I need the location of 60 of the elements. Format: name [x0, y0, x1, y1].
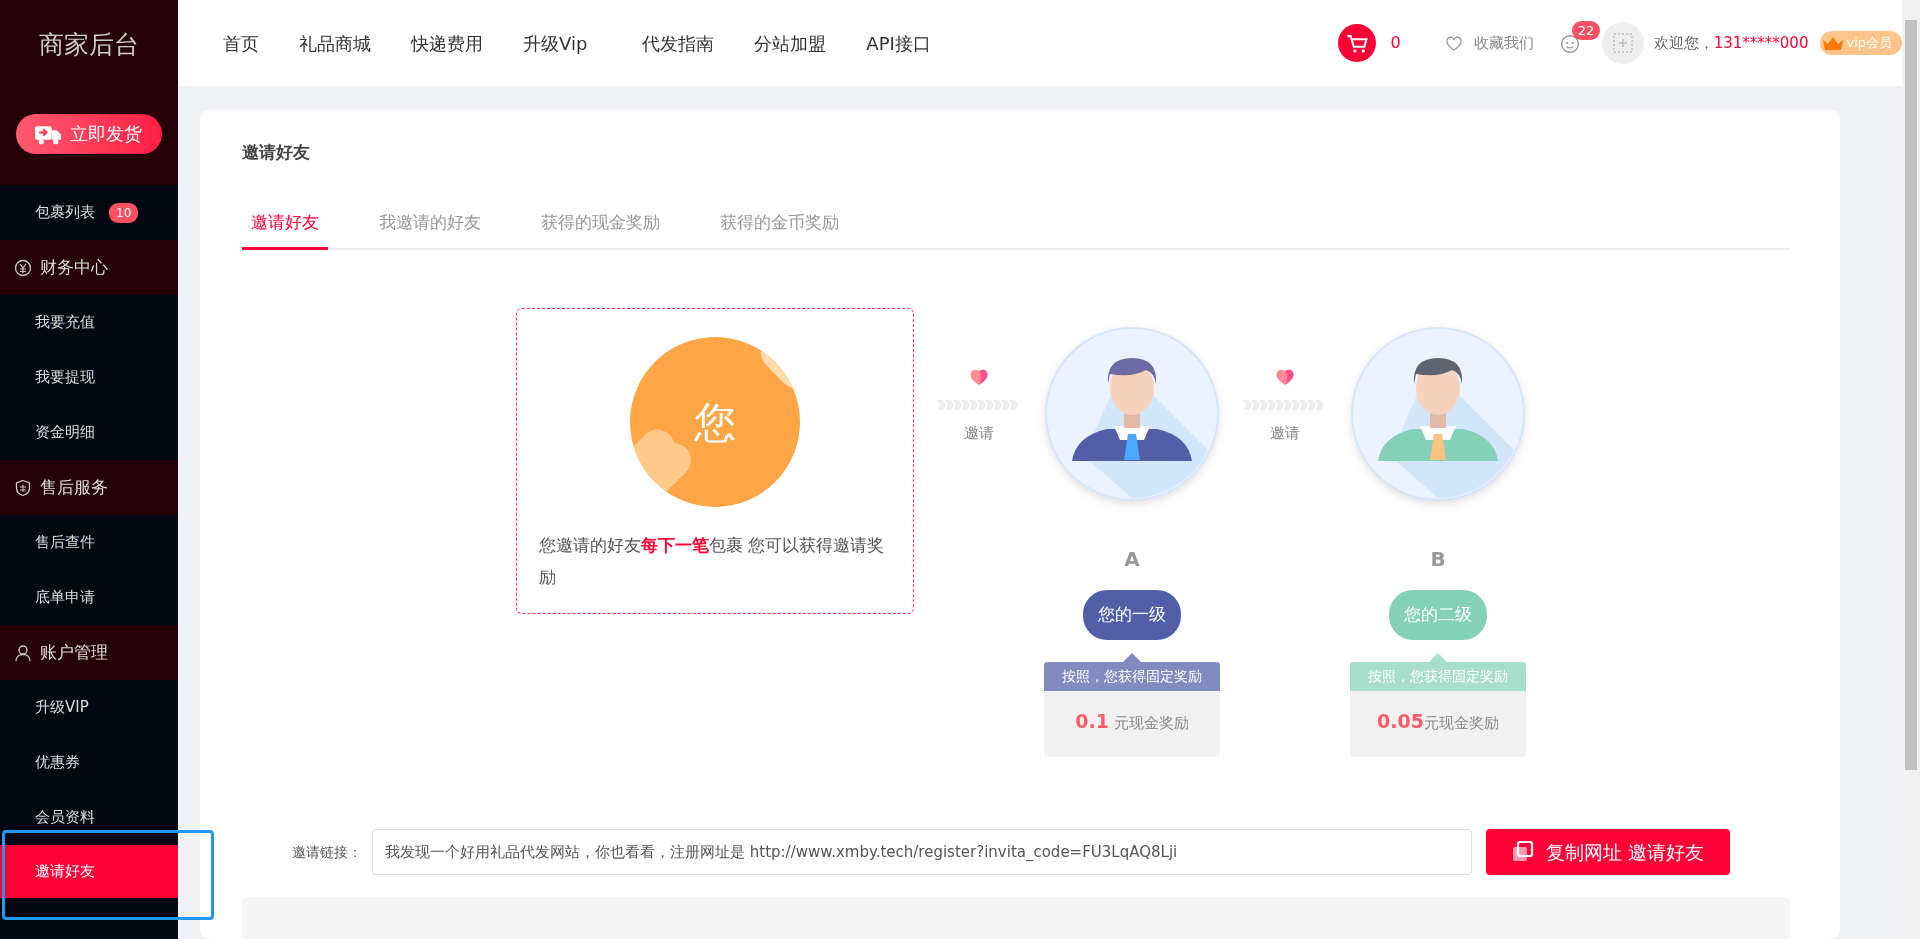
- level-letter: B: [1430, 546, 1446, 573]
- welcome-text: 欢迎您，: [1653, 32, 1714, 54]
- copy-link-button[interactable]: 复制网址 邀请好友: [1486, 829, 1730, 875]
- nav-link[interactable]: 代发指南: [642, 29, 715, 57]
- nav-link[interactable]: 分站加盟: [754, 29, 827, 57]
- heart-icon: [968, 368, 990, 386]
- sidebar-item[interactable]: 我要充值: [0, 295, 178, 350]
- sidebar-item[interactable]: 底单申请: [0, 570, 178, 625]
- sidebar-item[interactable]: 邀请好友: [0, 845, 178, 898]
- nav-link[interactable]: API接口: [866, 29, 931, 57]
- page-title: 邀请好友: [242, 141, 311, 164]
- sidebar-item[interactable]: 包裹列表 10: [0, 185, 178, 240]
- crown-icon: [1822, 35, 1845, 51]
- reward-amount: 0.05: [1377, 709, 1424, 732]
- level-letter: A: [1124, 546, 1140, 573]
- cart-count: 0: [1390, 32, 1401, 54]
- add-image-icon: [1612, 33, 1633, 53]
- scrollbar[interactable]: [1902, 0, 1920, 939]
- invite-label: 邀请: [964, 423, 994, 444]
- account-link[interactable]: 131*****000: [1713, 31, 1809, 55]
- yen-coin-icon: [14, 258, 32, 277]
- nav-link[interactable]: 礼品商城: [299, 29, 371, 57]
- level-pill: 您的一级: [1083, 590, 1181, 640]
- sidebar-item[interactable]: 我要提现: [0, 350, 178, 405]
- heart-icon: [1274, 368, 1296, 386]
- sidebar-group-label: 账户管理: [40, 640, 108, 664]
- user-icon: [14, 643, 32, 662]
- invite-link-label: 邀请链接：: [291, 842, 362, 862]
- reward-unit: 元现金奖励: [1112, 713, 1189, 732]
- invite-label: 邀请: [1270, 423, 1300, 444]
- copy-icon: [1511, 841, 1534, 863]
- message-badge: 22: [1571, 20, 1601, 40]
- shield-icon: [14, 478, 32, 497]
- reward-note: 按照，您获得固定奖励: [1044, 661, 1220, 691]
- tab[interactable]: 邀请好友: [242, 209, 328, 250]
- sidebar-item[interactable]: 升级VIP: [0, 680, 178, 735]
- invite-description: 您邀请的好友每下一笔包裹 您可以获得邀请奖励: [539, 534, 886, 589]
- message-icon: [1559, 33, 1580, 54]
- sidebar-item[interactable]: 售后查件: [0, 515, 178, 570]
- reward-amount: 0.1: [1075, 709, 1109, 732]
- count-badge: 10: [109, 202, 139, 223]
- favorite-link[interactable]: 收藏我们: [1473, 31, 1534, 55]
- sidebar-item[interactable]: 资金明细: [0, 405, 178, 460]
- heart-icon: [1445, 35, 1462, 51]
- ship-now-button[interactable]: 立即发货: [16, 113, 162, 154]
- nav-link[interactable]: 快递费用: [411, 29, 483, 57]
- reward-note: 按照，您获得固定奖励: [1350, 661, 1526, 691]
- sidebar-item[interactable]: 会员资料: [0, 790, 178, 845]
- sidebar-item[interactable]: 优惠券: [0, 735, 178, 790]
- sidebar-title: 商家后台: [38, 29, 140, 61]
- reward-unit: 元现金奖励: [1423, 713, 1499, 732]
- vip-badge: vip会员: [1820, 31, 1902, 55]
- cart-icon[interactable]: [1338, 24, 1377, 62]
- sidebar-group-label: 财务中心: [40, 255, 108, 279]
- level-pill: 您的二级: [1389, 590, 1487, 640]
- nav-link[interactable]: 首页: [223, 29, 259, 57]
- avatar-text: 您: [694, 396, 736, 449]
- nav-link[interactable]: 升级Vip: [523, 29, 588, 57]
- invite-link-field[interactable]: 我发现一个好用礼品代发网站，你也看看，注册网址是 http://www.xmby.tech/register?invita_code=FU3LqAQ8Lji: [372, 829, 1472, 875]
- sidebar-group-label: 售后服务: [40, 475, 108, 499]
